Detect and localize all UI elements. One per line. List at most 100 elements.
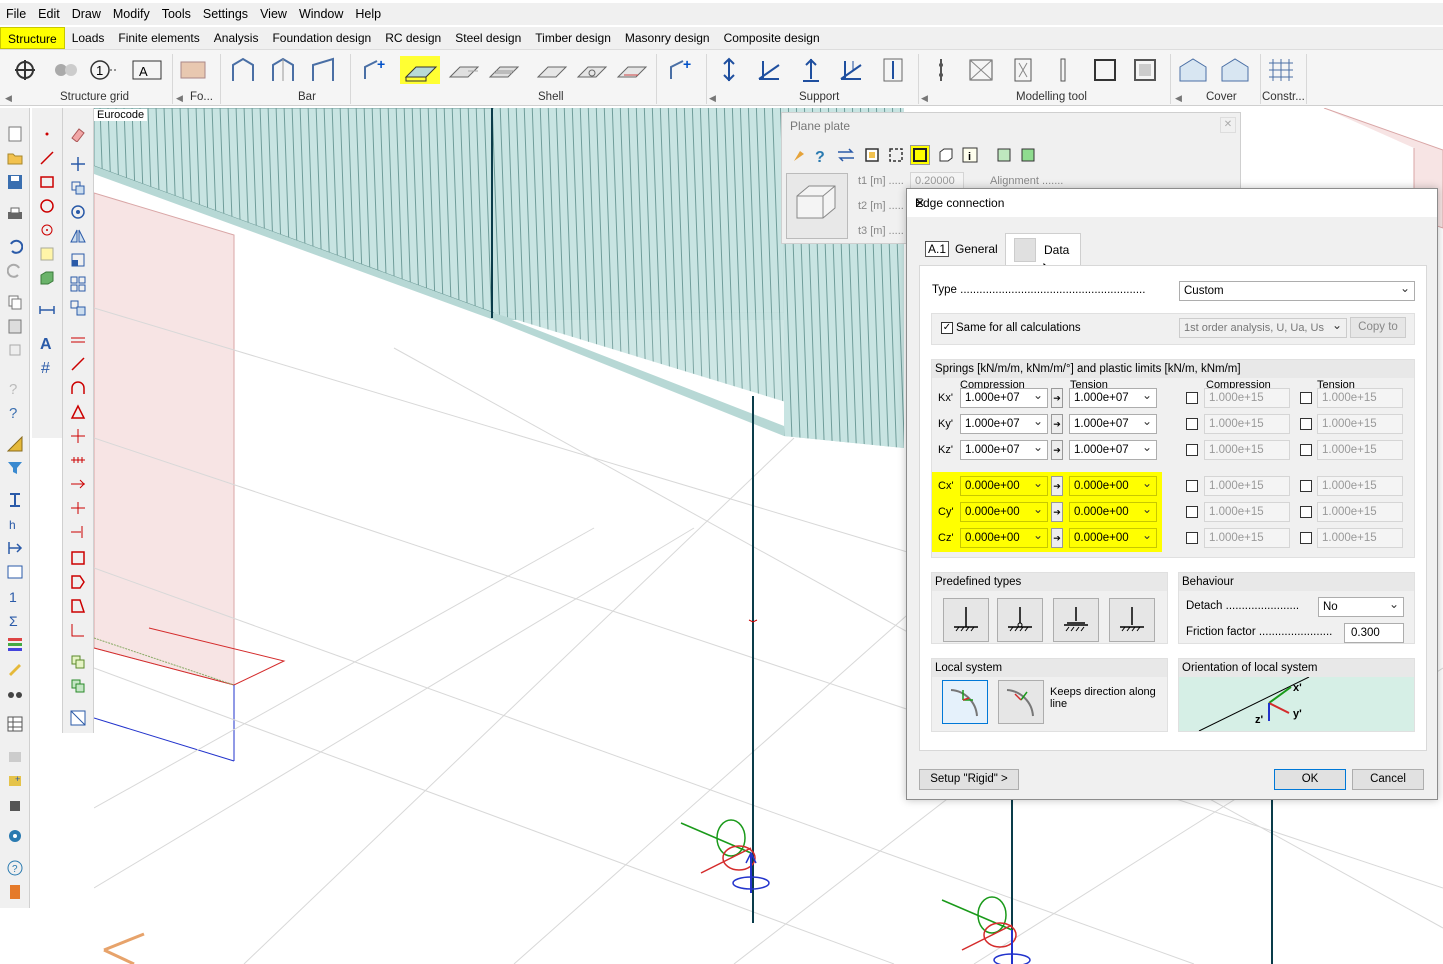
color-pen-icon[interactable] — [5, 658, 25, 678]
link-arrow-icon[interactable]: ➔ — [1051, 388, 1063, 408]
cover-icon-2[interactable] — [1220, 56, 1250, 84]
grid-number-icon[interactable]: 1 — [88, 56, 118, 84]
free-support-button[interactable] — [1109, 598, 1155, 642]
analysis-select[interactable]: 1st order analysis, U, Ua, Us — [1179, 316, 1347, 338]
modelling-rigid-icon[interactable] — [1008, 56, 1038, 84]
move-icon[interactable] — [68, 154, 88, 174]
limit-tension-input[interactable]: 1.000e+15 — [1317, 440, 1403, 460]
roller-support-button[interactable] — [1053, 598, 1099, 642]
divide-icon[interactable] — [68, 450, 88, 470]
modelling-square-icon[interactable] — [1090, 56, 1120, 84]
shell-type-icon-1[interactable] — [534, 56, 568, 84]
limit-compression-checkbox[interactable] — [1186, 418, 1198, 430]
hatch-icon[interactable] — [68, 708, 88, 728]
friction-input[interactable]: 0.300 — [1344, 623, 1404, 643]
menu-view[interactable]: View — [254, 3, 293, 25]
split-icon[interactable] — [68, 474, 88, 494]
cancel-button[interactable]: Cancel — [1352, 769, 1424, 790]
section-icon[interactable] — [5, 490, 25, 510]
close-icon[interactable]: ✕ — [915, 196, 1429, 210]
array-icon[interactable] — [68, 274, 88, 294]
stretch-icon[interactable] — [68, 298, 88, 318]
limit-tension-input[interactable]: 1.000e+15 — [1317, 502, 1403, 522]
menu-edit[interactable]: Edit — [32, 3, 66, 25]
dimension-icon[interactable]: h — [5, 514, 25, 534]
select-node-icon[interactable] — [862, 145, 882, 165]
local-system-option-1[interactable] — [942, 680, 988, 724]
ungroup-icon[interactable] — [68, 676, 88, 696]
cover-icon-1[interactable] — [1178, 56, 1208, 84]
limit-tension-input[interactable]: 1.000e+15 — [1317, 388, 1403, 408]
swap-icon[interactable] — [836, 145, 856, 165]
limit-compression-checkbox[interactable] — [1186, 444, 1198, 456]
tab-timber-design[interactable]: Timber design — [528, 27, 618, 49]
shell-type-icon-2[interactable] — [574, 56, 608, 84]
limit-tension-input[interactable]: 1.000e+15 — [1317, 414, 1403, 434]
limit-compression-input[interactable]: 1.000e+15 — [1204, 388, 1290, 408]
tab-structure[interactable]: Structure — [0, 27, 65, 49]
fixed-support-button[interactable] — [943, 598, 989, 642]
ok-button[interactable]: OK — [1274, 769, 1346, 790]
compression-select[interactable]: 0.000e+00 — [960, 500, 1048, 522]
edit-rectangle-icon[interactable] — [68, 548, 88, 568]
redo-icon[interactable] — [5, 260, 25, 280]
link-arrow-icon[interactable]: ➔ — [1051, 528, 1063, 548]
foundation-icon[interactable] — [178, 56, 208, 84]
fillet-icon[interactable] — [68, 378, 88, 398]
shell-wall-icon[interactable] — [446, 56, 480, 84]
edit-polygon-icon[interactable] — [68, 572, 88, 592]
limit-compression-input[interactable]: 1.000e+15 — [1204, 440, 1290, 460]
binoculars-icon[interactable] — [5, 682, 25, 702]
link-arrow-icon[interactable]: ➔ — [1051, 440, 1063, 460]
intersect-icon[interactable] — [68, 426, 88, 446]
info-icon[interactable]: i — [960, 145, 980, 165]
plane-plate-icon[interactable] — [400, 56, 440, 84]
help-icon[interactable]: ? — [5, 402, 25, 422]
menu-tools[interactable]: Tools — [156, 3, 197, 25]
add-layer-icon[interactable]: + — [5, 770, 25, 790]
trim-icon[interactable] — [68, 498, 88, 518]
print-icon[interactable] — [5, 204, 25, 224]
shell-type-icon-3[interactable] — [614, 56, 648, 84]
menu-help[interactable]: Help — [349, 3, 387, 25]
draw-box-icon[interactable] — [37, 268, 57, 288]
join-icon[interactable] — [68, 522, 88, 542]
info-help-icon[interactable]: ? — [5, 858, 25, 878]
line-support-icon[interactable] — [754, 56, 784, 84]
support-group-icon[interactable] — [878, 56, 908, 84]
draw-point-icon[interactable] — [37, 124, 57, 144]
tab-finite-elements[interactable]: Finite elements — [111, 27, 206, 49]
link-arrow-icon[interactable]: ➔ — [1051, 502, 1063, 522]
modelling-bar-icon[interactable] — [1048, 56, 1078, 84]
detach-select[interactable]: No — [1318, 595, 1404, 617]
limit-tension-checkbox[interactable] — [1300, 392, 1312, 404]
bar-frame-icon-2[interactable] — [268, 56, 298, 84]
mirror-icon[interactable] — [68, 226, 88, 246]
tab-rc-design[interactable]: RC design — [378, 27, 448, 49]
limit-compression-input[interactable]: 1.000e+15 — [1204, 414, 1290, 434]
compression-select[interactable]: 0.000e+00 — [960, 474, 1048, 496]
limit-tension-input[interactable]: 1.000e+15 — [1317, 476, 1403, 496]
tab-foundation-design[interactable]: Foundation design — [265, 27, 378, 49]
copy-icon[interactable] — [5, 292, 25, 312]
tab-data[interactable]: Data — [1005, 233, 1081, 265]
hash-icon[interactable]: # — [37, 356, 57, 376]
hinged-support-button[interactable] — [997, 598, 1043, 642]
limit-compression-input[interactable]: 1.000e+15 — [1204, 502, 1290, 522]
draw-rectangle-icon[interactable] — [37, 172, 57, 192]
tab-analysis[interactable]: Analysis — [207, 27, 266, 49]
save-icon[interactable] — [5, 172, 25, 192]
edge-connection-icon[interactable] — [910, 145, 930, 165]
group-icon[interactable] — [68, 652, 88, 672]
draw-circle-icon[interactable] — [37, 220, 57, 240]
list-icon[interactable]: 1 — [5, 586, 25, 606]
surface-support-icon[interactable] — [796, 56, 826, 84]
level-icon[interactable] — [5, 538, 25, 558]
construction-grid-icon[interactable] — [1266, 56, 1296, 84]
plate-green-icon-2[interactable] — [1018, 145, 1038, 165]
menu-modify[interactable]: Modify — [107, 3, 156, 25]
menu-draw[interactable]: Draw — [66, 3, 107, 25]
draw-region-icon[interactable] — [37, 244, 57, 264]
limit-tension-checkbox[interactable] — [1300, 444, 1312, 456]
extend-icon[interactable] — [68, 354, 88, 374]
